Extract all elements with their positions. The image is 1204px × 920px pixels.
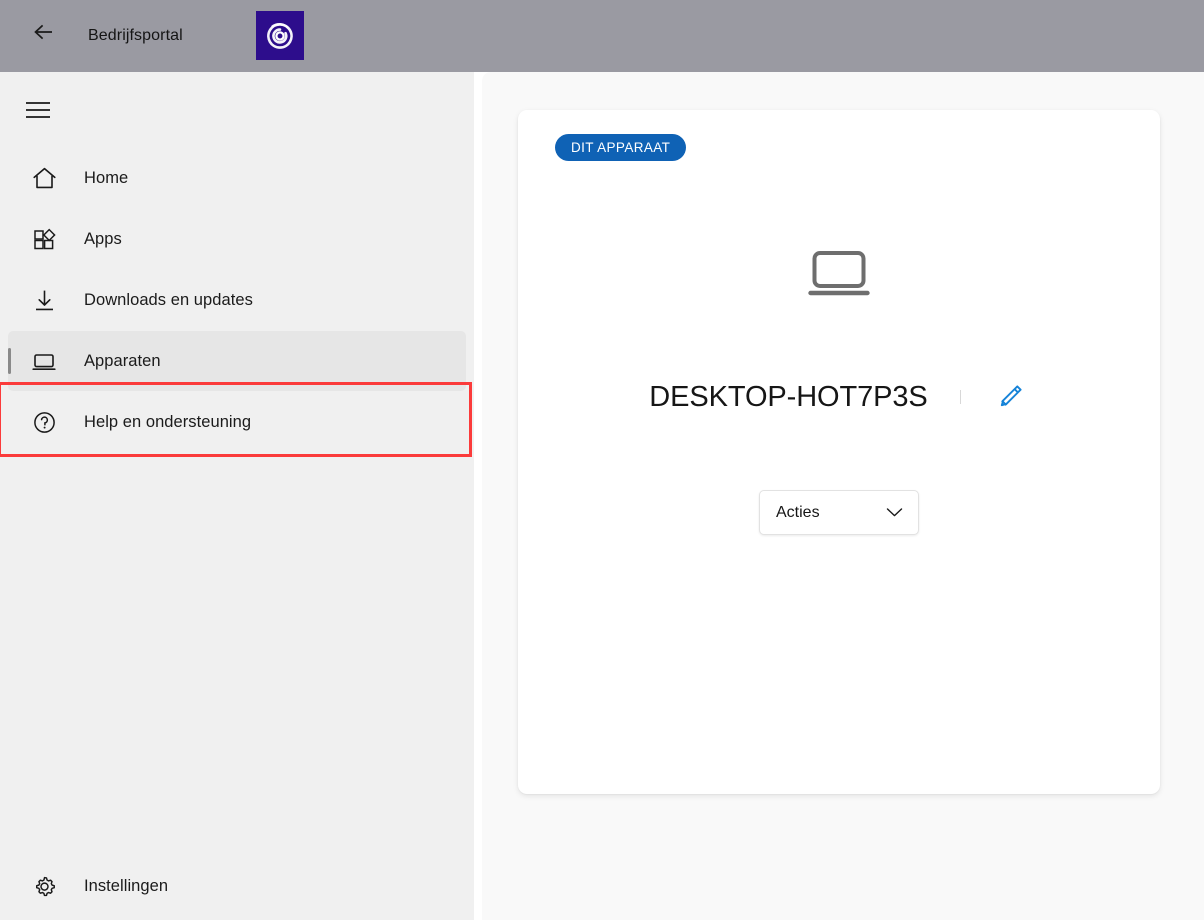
sidebar: Home Apps Downloads en updates Apparaten… — [0, 72, 474, 920]
sidebar-item-label: Apps — [84, 229, 122, 248]
company-portal-window: Bedrijfsportal Home Apps Downloads en up… — [0, 0, 1204, 920]
pencil-edit-icon — [995, 382, 1025, 412]
edit-device-name-button[interactable] — [991, 378, 1029, 416]
question-circle-icon — [20, 409, 68, 436]
sidebar-item-instellingen[interactable]: Instellingen — [8, 856, 466, 916]
laptop-icon — [20, 348, 68, 375]
main-content: DIT APPARAAT DESKTOP-HOT7P3S Acties — [482, 72, 1204, 920]
download-icon — [20, 287, 68, 314]
company-portal-logo-icon — [256, 11, 304, 60]
device-name-row: DESKTOP-HOT7P3S — [518, 378, 1160, 416]
sidebar-item-label: Help en ondersteuning — [84, 412, 252, 431]
text-caret — [959, 390, 961, 404]
title-bar: Bedrijfsportal — [0, 0, 1204, 72]
hamburger-menu-icon[interactable] — [14, 88, 62, 132]
actions-dropdown-label: Acties — [776, 503, 820, 521]
device-card: DIT APPARAAT DESKTOP-HOT7P3S Acties — [518, 110, 1160, 794]
chevron-down-icon — [886, 507, 903, 518]
gear-icon — [20, 873, 68, 900]
arrow-left-icon — [31, 22, 57, 42]
sidebar-item-label: Instellingen — [84, 876, 169, 895]
actions-dropdown[interactable]: Acties — [759, 490, 919, 535]
home-icon — [20, 165, 68, 192]
sidebar-item-downloads[interactable]: Downloads en updates — [8, 270, 466, 330]
sidebar-nav: Home Apps Downloads en updates Apparaten… — [0, 148, 474, 453]
sidebar-item-home[interactable]: Home — [8, 148, 466, 208]
actions-row: Acties — [518, 490, 1160, 535]
sidebar-item-label: Downloads en updates — [84, 290, 253, 309]
device-illustration — [518, 250, 1160, 298]
app-title: Bedrijfsportal — [88, 27, 183, 44]
sidebar-item-apps[interactable]: Apps — [8, 209, 466, 269]
laptop-icon — [806, 250, 872, 298]
sidebar-item-help[interactable]: Help en ondersteuning — [8, 392, 466, 452]
sidebar-item-label: Apparaten — [84, 351, 161, 370]
back-button[interactable] — [20, 8, 68, 56]
apps-grid-icon — [20, 226, 68, 253]
sidebar-item-apparaten[interactable]: Apparaten — [8, 331, 466, 391]
device-name: DESKTOP-HOT7P3S — [649, 380, 928, 413]
sidebar-item-label: Home — [84, 168, 129, 187]
sidebar-footer: Instellingen — [0, 856, 474, 916]
status-badge: DIT APPARAAT — [555, 134, 687, 161]
